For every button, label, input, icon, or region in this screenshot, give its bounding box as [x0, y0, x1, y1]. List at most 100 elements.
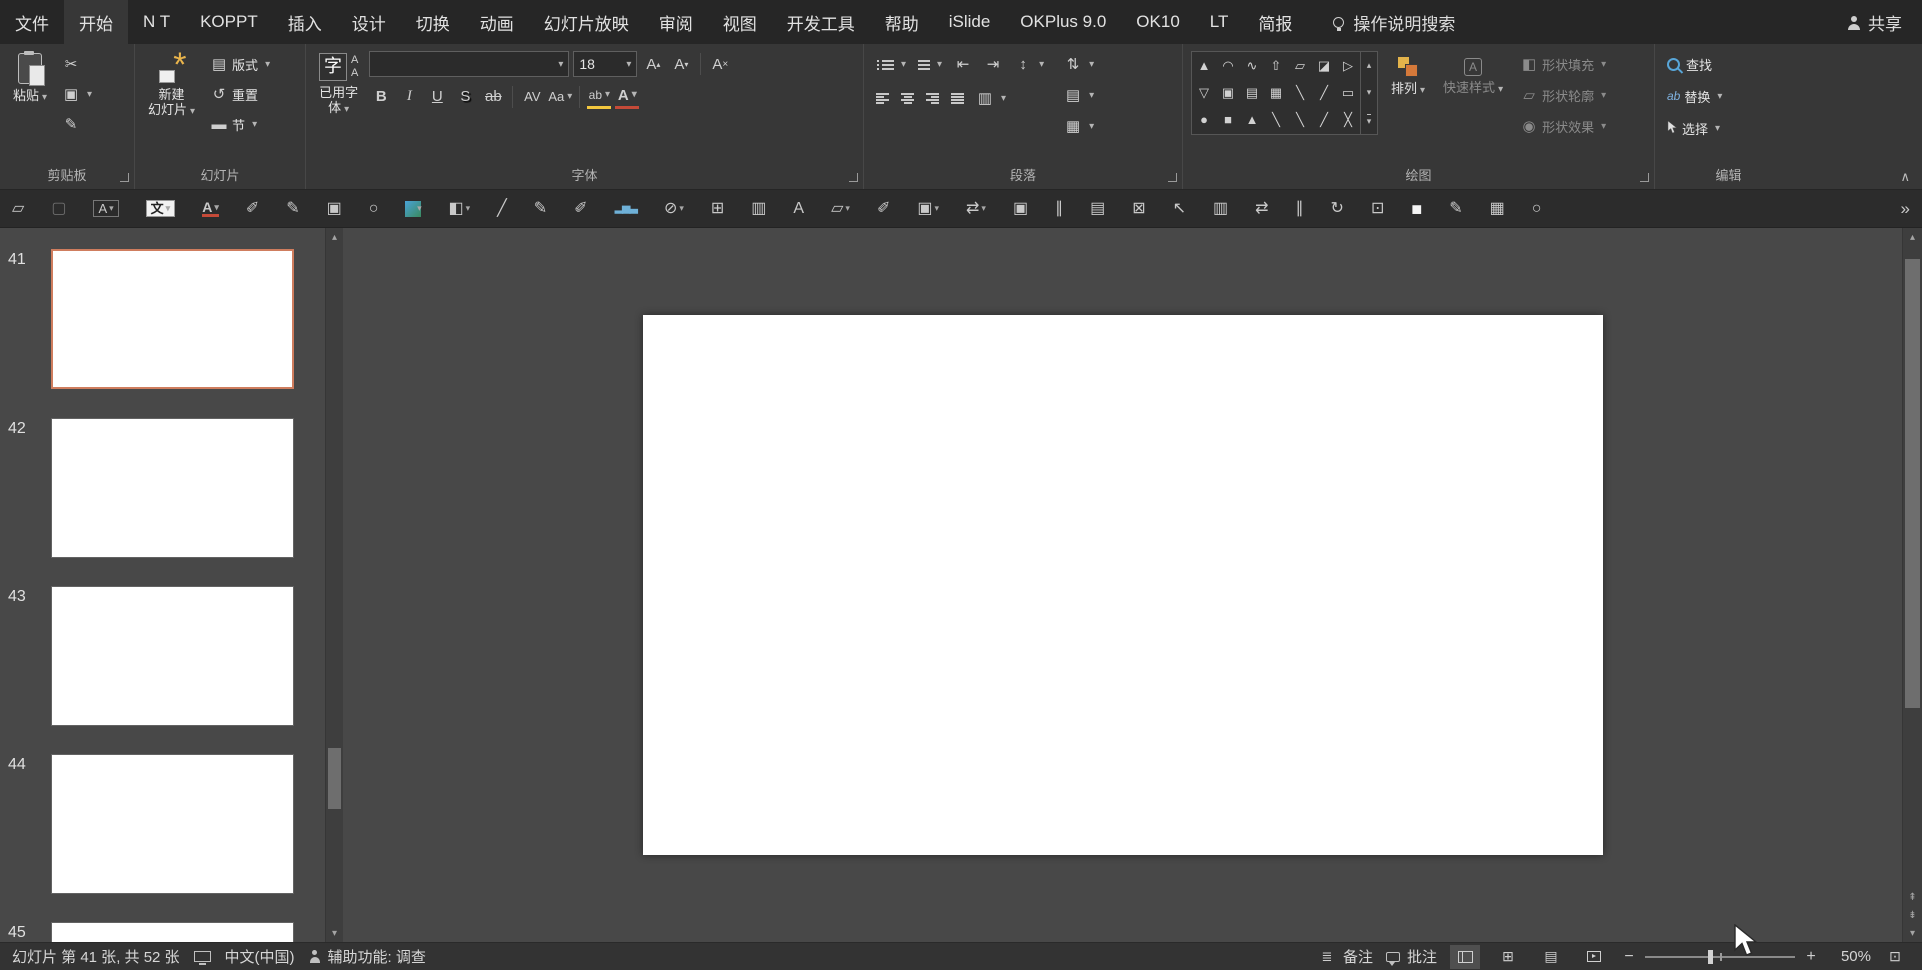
shape-item[interactable]: ▲ [1192, 52, 1216, 79]
tab-jianbao[interactable]: 简报 [1243, 0, 1307, 44]
gradient-tool-icon[interactable]: ◧ [448, 201, 470, 217]
tab-slideshow[interactable]: 幻灯片放映 [529, 0, 644, 44]
grow-font-button[interactable]: A [641, 52, 665, 77]
language-button[interactable]: 中文(中国) [225, 946, 295, 967]
tab-islide[interactable]: iSlide [934, 0, 1006, 44]
drawing-dialog-launcher[interactable] [1640, 173, 1649, 182]
shape-item[interactable]: ▦ [1264, 79, 1288, 106]
picture-frame-icon[interactable]: ▣ [327, 201, 342, 217]
blank-placeholder-icon[interactable]: ▢ [51, 201, 66, 217]
flip-tool-icon[interactable]: ⇄ [966, 201, 986, 217]
scroll-up-button[interactable]: ▴ [1903, 228, 1922, 246]
justify-button[interactable] [947, 85, 968, 111]
text-format-tool-icon[interactable]: 文 [146, 200, 176, 217]
fill-color-icon[interactable]: ■ [405, 201, 421, 217]
replace-button[interactable]: ab替换 [1663, 83, 1726, 109]
wordart-tool-icon[interactable]: A [793, 201, 804, 217]
shape-item[interactable]: ● [1192, 106, 1216, 133]
panel-scrollbar[interactable]: ▴ ▾ [325, 228, 343, 942]
bold-button[interactable]: B [369, 84, 393, 109]
shape-item[interactable]: ▭ [1336, 79, 1360, 106]
cut-button[interactable]: ✂ [58, 51, 96, 77]
tab-lt[interactable]: LT [1195, 0, 1244, 44]
view-reading-button[interactable]: ▤ [1536, 945, 1566, 969]
shape-item[interactable]: ╲ [1288, 79, 1312, 106]
bring-forward-icon[interactable]: ▣ [1013, 201, 1028, 217]
shape-item[interactable]: ▷ [1336, 52, 1360, 79]
align-center-button[interactable] [897, 85, 918, 111]
view-slide-sorter-button[interactable]: ⊞ [1493, 945, 1523, 969]
selection-arrow-icon[interactable]: ↖ [1173, 201, 1186, 217]
convert-smartart-button[interactable]: ▦ [1060, 113, 1098, 139]
highlight-color-button[interactable]: ab [587, 84, 611, 109]
notes-tool-icon[interactable]: ▤ [1090, 201, 1105, 217]
shape-item[interactable]: ▽ [1192, 79, 1216, 106]
shape-fill-button[interactable]: ◧形状填充 [1516, 51, 1610, 77]
split-cells-icon[interactable]: ▥ [751, 201, 766, 217]
font-color-tool-icon[interactable]: A [202, 200, 219, 217]
find-button[interactable]: 查找 [1663, 51, 1726, 77]
font-dialog-launcher[interactable] [849, 173, 858, 182]
zoom-in-button[interactable]: + [1804, 948, 1818, 966]
circle-tool-icon[interactable]: ○ [369, 201, 379, 217]
shape-item[interactable]: ╱ [1312, 79, 1336, 106]
gallery-more-button[interactable]: ▾ [1361, 107, 1377, 134]
reset-button[interactable]: ↺重置 [206, 81, 274, 107]
fit-screen-icon[interactable]: ⊡ [1371, 201, 1384, 217]
tab-transitions[interactable]: 切换 [401, 0, 465, 44]
edit-shape-icon[interactable]: ▱ [831, 201, 850, 217]
shape-item[interactable]: ■ [1216, 106, 1240, 133]
shape-item[interactable]: ⇧ [1264, 52, 1288, 79]
tab-help[interactable]: 帮助 [870, 0, 934, 44]
layers-tool-icon[interactable]: ▣ [917, 201, 939, 217]
accessibility-button[interactable]: 辅助功能: 调查 [309, 946, 426, 967]
shape-outline-button[interactable]: ▱形状轮廓 [1516, 82, 1610, 108]
shape-item[interactable]: ╳ [1336, 106, 1360, 133]
panel-scroll-up-button[interactable]: ▴ [326, 228, 343, 246]
shape-item[interactable]: ▤ [1240, 79, 1264, 106]
new-slide-button[interactable]: 新建 幻灯片 [143, 51, 200, 163]
brush-tool-icon[interactable]: ✐ [574, 201, 587, 217]
shape-item[interactable]: ╲ [1264, 106, 1288, 133]
paste-button[interactable]: 粘贴 [8, 51, 52, 163]
tab-view[interactable]: 视图 [708, 0, 772, 44]
tab-insert[interactable]: 插入 [273, 0, 337, 44]
display-settings-button[interactable] [194, 951, 211, 962]
oval-tool-icon[interactable]: ○ [1532, 201, 1542, 217]
shape-item[interactable]: ▱ [1288, 52, 1312, 79]
bullets-button[interactable] [872, 51, 910, 77]
tab-review[interactable]: 审阅 [644, 0, 708, 44]
scroll-down-button[interactable]: ▾ [1903, 924, 1922, 942]
zoom-slider[interactable] [1645, 956, 1795, 958]
format-painter-button[interactable]: ✎ [58, 111, 96, 137]
line-tool-icon[interactable]: ╱ [497, 201, 507, 217]
shape-item[interactable]: ╱ [1312, 106, 1336, 133]
notes-button[interactable]: ≣备注 [1318, 946, 1373, 967]
gallery-down-button[interactable]: ▾ [1361, 79, 1377, 106]
previous-slide-button[interactable]: ⇞ [1903, 888, 1922, 906]
font-size-combo[interactable]: 18 [573, 51, 637, 77]
underline-button[interactable]: U [425, 84, 449, 109]
tab-design[interactable]: 设计 [337, 0, 401, 44]
white-swatch-icon[interactable]: ■ [1411, 200, 1422, 218]
change-case-button[interactable]: Aa [548, 84, 572, 109]
strikethrough-button[interactable]: ab [481, 84, 505, 109]
tab-animations[interactable]: 动画 [465, 0, 529, 44]
align-objects-icon[interactable]: ∥ [1055, 201, 1063, 217]
section-button[interactable]: ▬节 [206, 111, 274, 137]
tab-koppt[interactable]: KOPPT [185, 0, 273, 44]
highlighter-tool-icon[interactable]: ✐ [877, 201, 890, 217]
shape-item[interactable]: ╲ [1288, 106, 1312, 133]
pen-tool-icon[interactable]: ✎ [286, 201, 299, 217]
distribute-tool-icon[interactable]: ∥ [1296, 201, 1304, 217]
scrollbar-thumb[interactable] [1905, 259, 1920, 708]
slide-thumbnail-44[interactable] [51, 754, 294, 894]
clipboard-dialog-launcher[interactable] [120, 173, 129, 182]
zoom-out-button[interactable]: − [1622, 948, 1636, 966]
tab-nt[interactable]: N T [128, 0, 185, 44]
main-vertical-scrollbar[interactable]: ▴ ⇞ ⇟ ▾ [1902, 228, 1922, 942]
dip-pen-icon[interactable]: ✎ [1449, 201, 1462, 217]
tab-okplus[interactable]: OKPlus 9.0 [1005, 0, 1121, 44]
table-tool-icon[interactable]: ⊞ [711, 201, 724, 217]
collapse-ribbon-button[interactable]: ∧ [1900, 169, 1910, 185]
